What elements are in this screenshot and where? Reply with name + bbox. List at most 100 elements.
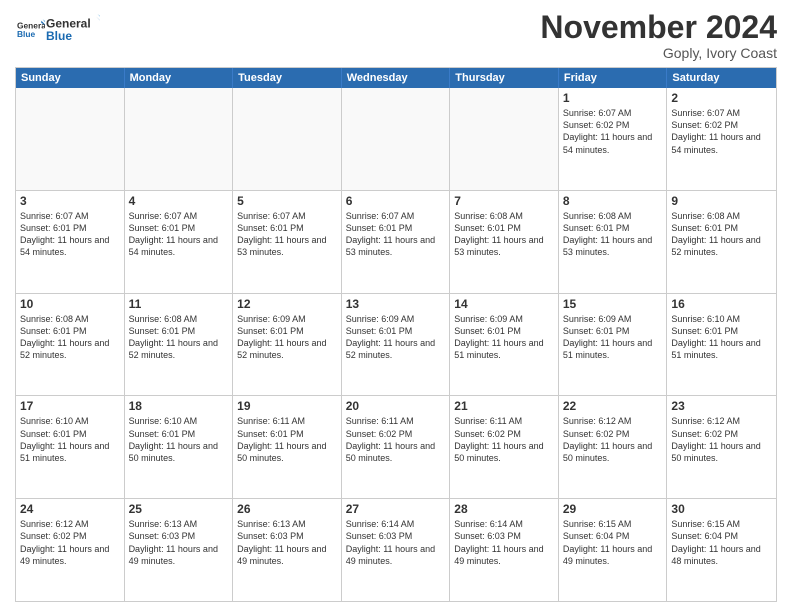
- week-row-0: 1 Sunrise: 6:07 AM Sunset: 6:02 PM Daylig…: [16, 88, 776, 190]
- day-number: 17: [20, 399, 120, 413]
- cal-cell: 7 Sunrise: 6:08 AM Sunset: 6:01 PM Daylig…: [450, 191, 559, 293]
- week-row-4: 24Sunrise: 6:12 AM Sunset: 6:02 PM Dayli…: [16, 498, 776, 601]
- svg-text:General: General: [46, 17, 91, 31]
- cell-text: Sunrise: 6:08 AM Sunset: 6:01 PM Dayligh…: [671, 210, 772, 259]
- day-number: 14: [454, 297, 554, 311]
- cell-text: Sunrise: 6:07 AM Sunset: 6:01 PM Dayligh…: [346, 210, 446, 259]
- cal-cell: 21Sunrise: 6:11 AM Sunset: 6:02 PM Dayli…: [450, 396, 559, 498]
- cal-cell: 30Sunrise: 6:15 AM Sunset: 6:04 PM Dayli…: [667, 499, 776, 601]
- day-number: 4: [129, 194, 229, 208]
- header-monday: Monday: [125, 68, 234, 88]
- day-number: 10: [20, 297, 120, 311]
- day-number: 18: [129, 399, 229, 413]
- cell-text: Sunrise: 6:11 AM Sunset: 6:02 PM Dayligh…: [346, 415, 446, 464]
- month-title: November 2024: [540, 10, 777, 45]
- cal-cell: 18 Sunrise: 6:10 AM Sunset: 6:01 PM Dayli…: [125, 396, 234, 498]
- cal-cell: 1 Sunrise: 6:07 AM Sunset: 6:02 PM Daylig…: [559, 88, 668, 190]
- day-number: 5: [237, 194, 337, 208]
- day-number: 13: [346, 297, 446, 311]
- logo: General Blue General Blue: [15, 10, 100, 55]
- week-row-1: 3 Sunrise: 6:07 AM Sunset: 6:01 PM Daylig…: [16, 190, 776, 293]
- cell-text: Sunrise: 6:13 AM Sunset: 6:03 PM Dayligh…: [129, 518, 229, 567]
- header-wednesday: Wednesday: [342, 68, 451, 88]
- location: Goply, Ivory Coast: [540, 45, 777, 61]
- cell-text: Sunrise: 6:07 AM Sunset: 6:01 PM Dayligh…: [20, 210, 120, 259]
- cal-cell: 29Sunrise: 6:15 AM Sunset: 6:04 PM Dayli…: [559, 499, 668, 601]
- cal-cell: 12 Sunrise: 6:09 AM Sunset: 6:01 PM Dayli…: [233, 294, 342, 396]
- cal-cell: 19Sunrise: 6:11 AM Sunset: 6:01 PM Dayli…: [233, 396, 342, 498]
- cell-text: Sunrise: 6:10 AM Sunset: 6:01 PM Dayligh…: [671, 313, 772, 362]
- calendar-header: Sunday Monday Tuesday Wednesday Thursday…: [16, 68, 776, 88]
- cal-cell: [16, 88, 125, 190]
- title-area: November 2024 Goply, Ivory Coast: [540, 10, 777, 61]
- header-saturday: Saturday: [667, 68, 776, 88]
- calendar-body: 1 Sunrise: 6:07 AM Sunset: 6:02 PM Daylig…: [16, 88, 776, 601]
- cal-cell: 26Sunrise: 6:13 AM Sunset: 6:03 PM Dayli…: [233, 499, 342, 601]
- cell-text: Sunrise: 6:07 AM Sunset: 6:01 PM Dayligh…: [237, 210, 337, 259]
- cell-text: Sunrise: 6:07 AM Sunset: 6:02 PM Dayligh…: [671, 107, 772, 156]
- cal-cell: 16 Sunrise: 6:10 AM Sunset: 6:01 PM Dayli…: [667, 294, 776, 396]
- cell-text: Sunrise: 6:08 AM Sunset: 6:01 PM Dayligh…: [20, 313, 120, 362]
- cal-cell: 6 Sunrise: 6:07 AM Sunset: 6:01 PM Daylig…: [342, 191, 451, 293]
- cell-text: Sunrise: 6:12 AM Sunset: 6:02 PM Dayligh…: [563, 415, 663, 464]
- cal-cell: 17Sunrise: 6:10 AM Sunset: 6:01 PM Dayli…: [16, 396, 125, 498]
- cal-cell: 8 Sunrise: 6:08 AM Sunset: 6:01 PM Daylig…: [559, 191, 668, 293]
- day-number: 3: [20, 194, 120, 208]
- day-number: 1: [563, 91, 663, 105]
- day-number: 7: [454, 194, 554, 208]
- day-number: 30: [671, 502, 772, 516]
- cell-text: Sunrise: 6:09 AM Sunset: 6:01 PM Dayligh…: [237, 313, 337, 362]
- cal-cell: 24Sunrise: 6:12 AM Sunset: 6:02 PM Dayli…: [16, 499, 125, 601]
- cell-text: Sunrise: 6:09 AM Sunset: 6:01 PM Dayligh…: [346, 313, 446, 362]
- header-friday: Friday: [559, 68, 668, 88]
- cell-text: Sunrise: 6:11 AM Sunset: 6:01 PM Dayligh…: [237, 415, 337, 464]
- cal-cell: 4 Sunrise: 6:07 AM Sunset: 6:01 PM Daylig…: [125, 191, 234, 293]
- cal-cell: 11Sunrise: 6:08 AM Sunset: 6:01 PM Dayli…: [125, 294, 234, 396]
- day-number: 25: [129, 502, 229, 516]
- day-number: 16: [671, 297, 772, 311]
- day-number: 21: [454, 399, 554, 413]
- cal-cell: 13 Sunrise: 6:09 AM Sunset: 6:01 PM Dayli…: [342, 294, 451, 396]
- cell-text: Sunrise: 6:09 AM Sunset: 6:01 PM Dayligh…: [454, 313, 554, 362]
- logo-text: General Blue: [15, 16, 45, 49]
- day-number: 23: [671, 399, 772, 413]
- page: General Blue General Blue November 2024 …: [0, 0, 792, 612]
- cal-cell: 14 Sunrise: 6:09 AM Sunset: 6:01 PM Dayli…: [450, 294, 559, 396]
- cal-cell: 23Sunrise: 6:12 AM Sunset: 6:02 PM Dayli…: [667, 396, 776, 498]
- cal-cell: [342, 88, 451, 190]
- day-number: 26: [237, 502, 337, 516]
- cell-text: Sunrise: 6:08 AM Sunset: 6:01 PM Dayligh…: [129, 313, 229, 362]
- cell-text: Sunrise: 6:08 AM Sunset: 6:01 PM Dayligh…: [454, 210, 554, 259]
- cell-text: Sunrise: 6:08 AM Sunset: 6:01 PM Dayligh…: [563, 210, 663, 259]
- cal-cell: 3 Sunrise: 6:07 AM Sunset: 6:01 PM Daylig…: [16, 191, 125, 293]
- cal-cell: 2Sunrise: 6:07 AM Sunset: 6:02 PM Daylig…: [667, 88, 776, 190]
- svg-text:Blue: Blue: [17, 29, 35, 39]
- cal-cell: 9Sunrise: 6:08 AM Sunset: 6:01 PM Daylig…: [667, 191, 776, 293]
- calendar: Sunday Monday Tuesday Wednesday Thursday…: [15, 67, 777, 602]
- cell-text: Sunrise: 6:07 AM Sunset: 6:01 PM Dayligh…: [129, 210, 229, 259]
- cell-text: Sunrise: 6:10 AM Sunset: 6:01 PM Dayligh…: [129, 415, 229, 464]
- logo-graphic: General Blue: [45, 10, 100, 55]
- cal-cell: [233, 88, 342, 190]
- day-number: 29: [563, 502, 663, 516]
- cal-cell: 22Sunrise: 6:12 AM Sunset: 6:02 PM Dayli…: [559, 396, 668, 498]
- header-thursday: Thursday: [450, 68, 559, 88]
- day-number: 24: [20, 502, 120, 516]
- cal-cell: 25 Sunrise: 6:13 AM Sunset: 6:03 PM Dayli…: [125, 499, 234, 601]
- cal-cell: 20 Sunrise: 6:11 AM Sunset: 6:02 PM Dayli…: [342, 396, 451, 498]
- cell-text: Sunrise: 6:07 AM Sunset: 6:02 PM Dayligh…: [563, 107, 663, 156]
- svg-text:Blue: Blue: [46, 29, 72, 43]
- cal-cell: 28Sunrise: 6:14 AM Sunset: 6:03 PM Dayli…: [450, 499, 559, 601]
- day-number: 6: [346, 194, 446, 208]
- cell-text: Sunrise: 6:14 AM Sunset: 6:03 PM Dayligh…: [454, 518, 554, 567]
- week-row-2: 10 Sunrise: 6:08 AM Sunset: 6:01 PM Dayli…: [16, 293, 776, 396]
- day-number: 20: [346, 399, 446, 413]
- cal-cell: [450, 88, 559, 190]
- day-number: 8: [563, 194, 663, 208]
- day-number: 12: [237, 297, 337, 311]
- cal-cell: 10 Sunrise: 6:08 AM Sunset: 6:01 PM Dayli…: [16, 294, 125, 396]
- cell-text: Sunrise: 6:09 AM Sunset: 6:01 PM Dayligh…: [563, 313, 663, 362]
- day-number: 27: [346, 502, 446, 516]
- day-number: 15: [563, 297, 663, 311]
- cell-text: Sunrise: 6:14 AM Sunset: 6:03 PM Dayligh…: [346, 518, 446, 567]
